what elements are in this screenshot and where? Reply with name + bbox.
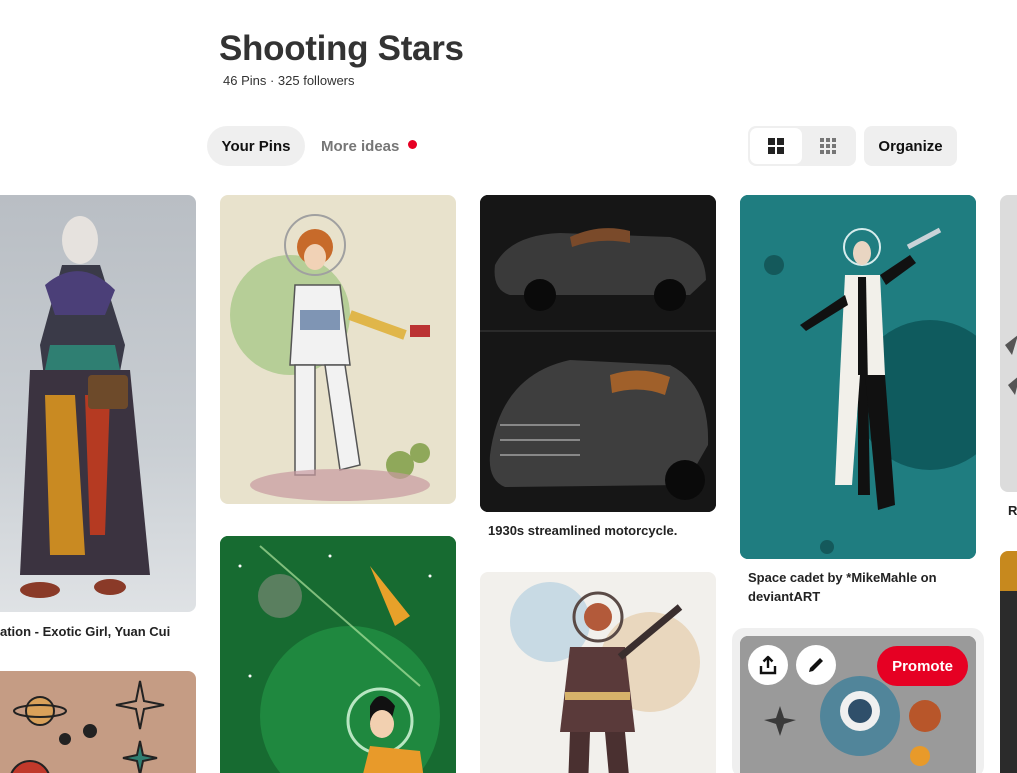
- pin-caption-line: deviantART: [748, 589, 821, 604]
- partial-image: [1000, 591, 1017, 773]
- pin-image[interactable]: [740, 195, 976, 559]
- organize-label: Organize: [878, 137, 943, 155]
- edit-button[interactable]: [796, 645, 836, 685]
- share-icon: [759, 655, 777, 675]
- view-compact-button[interactable]: [802, 128, 854, 164]
- exotic-girl-illustration: [20, 216, 150, 598]
- share-button[interactable]: [748, 645, 788, 685]
- tab-your-pins[interactable]: Your Pins: [207, 126, 305, 166]
- pin-caption[interactable]: Space cadet by *MikeMahle on deviantART: [748, 568, 937, 606]
- promote-button[interactable]: Promote: [877, 646, 968, 686]
- promote-label: Promote: [892, 657, 953, 675]
- diver-astronaut-illustration: [510, 582, 700, 773]
- grid-large-icon: [768, 138, 784, 154]
- pencil-icon: [809, 658, 823, 672]
- view-default-button[interactable]: [750, 128, 802, 164]
- pin-caption[interactable]: ation - Exotic Girl, Yuan Cui: [0, 622, 170, 641]
- tab-more-ideas[interactable]: More ideas: [321, 126, 418, 166]
- notification-dot: [408, 139, 418, 149]
- space-girl-illustration: [230, 214, 430, 501]
- pin-image[interactable]: [220, 536, 456, 773]
- pin-caption[interactable]: 1930s streamlined motorcycle.: [488, 521, 677, 540]
- pin-image[interactable]: [480, 195, 716, 512]
- pin-image[interactable]: [1000, 551, 1017, 773]
- board-meta[interactable]: 46 Pins · 325 followers: [223, 73, 355, 88]
- pin-image[interactable]: [0, 195, 196, 612]
- pin-image[interactable]: [480, 572, 716, 773]
- grid-compact-icon: [820, 138, 836, 154]
- pin-image[interactable]: [1000, 195, 1017, 492]
- board-page: Shooting Stars 46 Pins · 325 followers Y…: [0, 0, 1017, 773]
- pin-image[interactable]: [0, 671, 196, 773]
- tattoo-illustration: [10, 680, 165, 773]
- board-title: Shooting Stars: [219, 29, 464, 68]
- pin-image[interactable]: [220, 195, 456, 504]
- motorcycle-photo: [480, 195, 716, 512]
- space-cadet-illustration: [740, 195, 976, 559]
- tab-your-pins-label: Your Pins: [221, 137, 291, 155]
- tab-more-ideas-label: More ideas: [321, 137, 400, 155]
- organize-button[interactable]: Organize: [864, 126, 957, 166]
- pin-caption[interactable]: R: [1008, 501, 1017, 520]
- green-space-illustration: [220, 536, 456, 773]
- view-toggle: [748, 126, 856, 166]
- pin-caption-line: Space cadet by *MikeMahle on: [748, 570, 937, 585]
- partial-image: [1005, 335, 1017, 395]
